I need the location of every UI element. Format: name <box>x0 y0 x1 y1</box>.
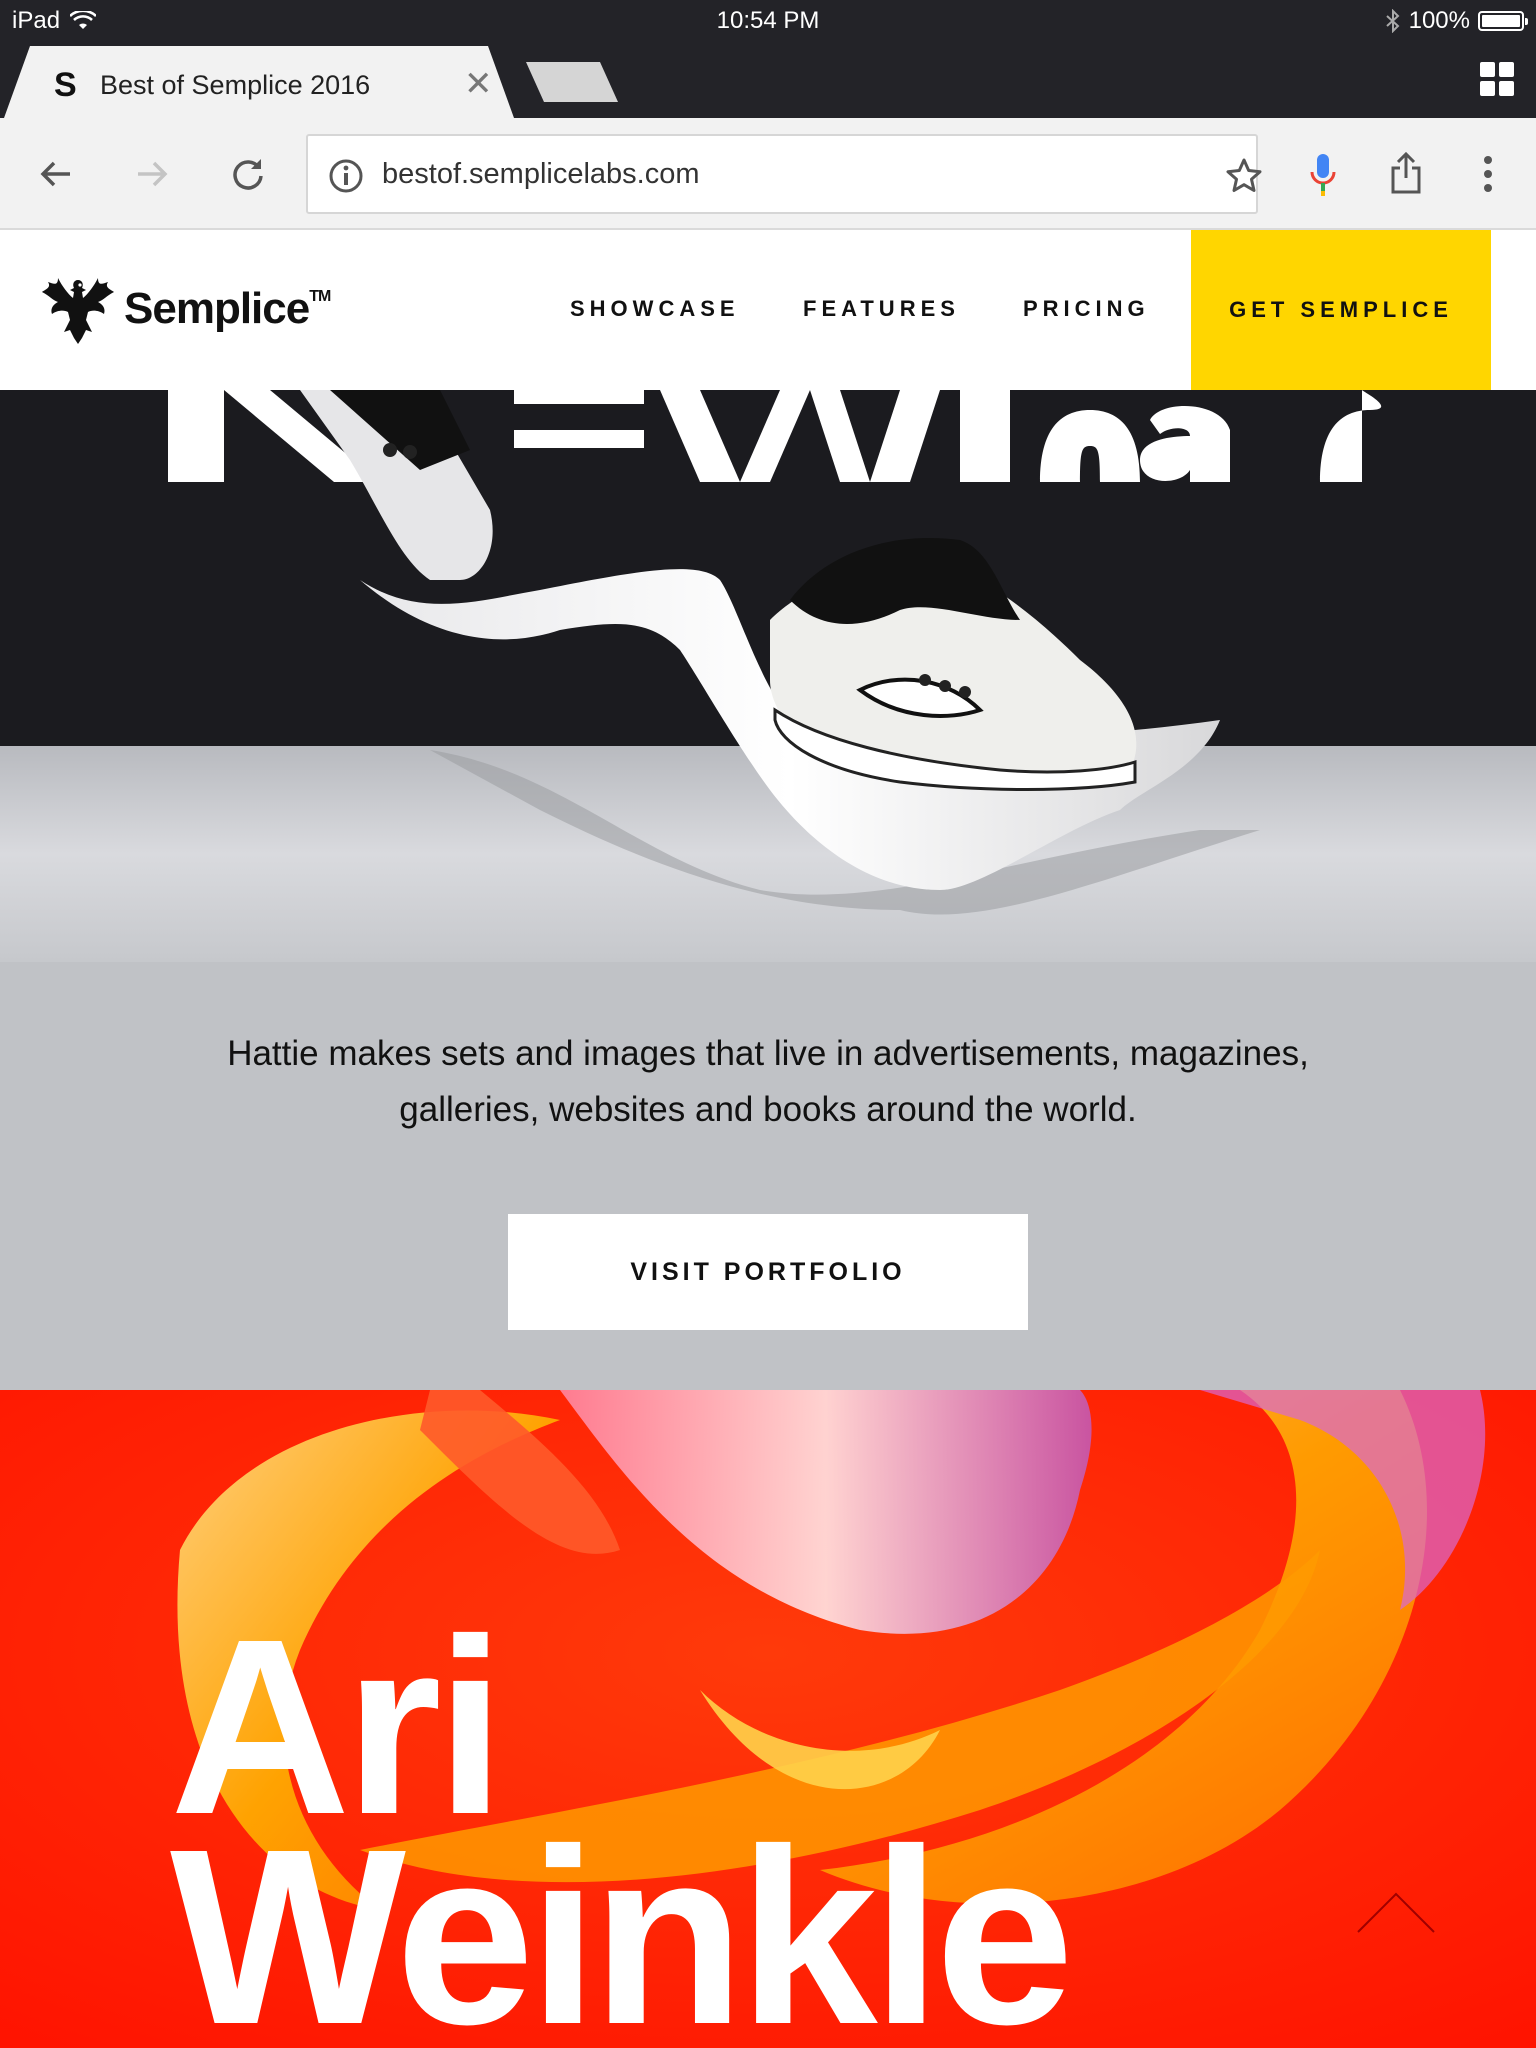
battery-percent: 100% <box>1408 7 1470 34</box>
status-bar: iPad 10:54 PM 100% <box>0 0 1536 42</box>
tab-switcher-icon[interactable] <box>1480 62 1514 96</box>
new-tab-button[interactable] <box>526 62 618 102</box>
get-semplice-button[interactable]: GET SEMPLICE <box>1191 230 1491 390</box>
reload-button[interactable] <box>218 144 278 204</box>
hero-image <box>0 390 1536 962</box>
logo-text: SempliceTM <box>124 284 331 333</box>
artist-name: Ari Weinkle <box>170 1587 1074 2048</box>
back-arrow-icon <box>40 161 70 187</box>
url-text: bestof.semplicelabs.com <box>382 158 700 190</box>
browser-tab[interactable]: S Best of Semplice 2016 ✕ <box>4 46 514 118</box>
nav-pricing[interactable]: PRICING <box>1023 296 1150 322</box>
tab-title: Best of Semplice 2016 <box>100 70 371 100</box>
info-icon[interactable] <box>328 158 364 194</box>
nav-showcase[interactable]: SHOWCASE <box>570 296 740 322</box>
forward-arrow-icon <box>138 161 168 187</box>
bluetooth-icon <box>1385 9 1400 33</box>
share-icon <box>1391 152 1421 194</box>
mic-icon[interactable] <box>1308 152 1338 198</box>
nav-features[interactable]: FEATURES <box>803 296 960 322</box>
tab-strip: S Best of Semplice 2016 ✕ <box>0 42 1536 118</box>
more-vert-icon <box>1484 156 1492 192</box>
semplice-logo[interactable]: SempliceTM <box>42 274 331 344</box>
battery-icon <box>1478 11 1528 31</box>
feature-description: Hattie makes sets and images that live i… <box>227 1034 1309 1129</box>
reload-icon <box>233 159 263 190</box>
address-bar[interactable]: bestof.semplicelabs.com <box>306 134 1336 214</box>
browser-toolbar: bestof.semplicelabs.com <box>0 118 1536 230</box>
share-button[interactable] <box>1376 144 1436 204</box>
feature-band: Hattie makes sets and images that live i… <box>0 962 1536 1390</box>
visit-portfolio-button[interactable]: VISIT PORTFOLIO <box>508 1214 1028 1330</box>
trademark: TM <box>309 288 331 305</box>
favicon: S <box>54 66 77 104</box>
forward-button[interactable] <box>122 144 182 204</box>
menu-button[interactable] <box>1458 144 1518 204</box>
close-icon[interactable]: ✕ <box>464 64 493 104</box>
site-header: SempliceTM SHOWCASE FEATURES PRICING GET… <box>0 230 1536 390</box>
eagle-icon <box>42 278 114 344</box>
next-feature-section: Ari Weinkle <box>0 1390 1536 2048</box>
back-button[interactable] <box>26 144 86 204</box>
star-icon[interactable] <box>1224 156 1264 196</box>
scroll-top-icon[interactable] <box>1356 1890 1436 1934</box>
clock: 10:54 PM <box>716 7 820 34</box>
